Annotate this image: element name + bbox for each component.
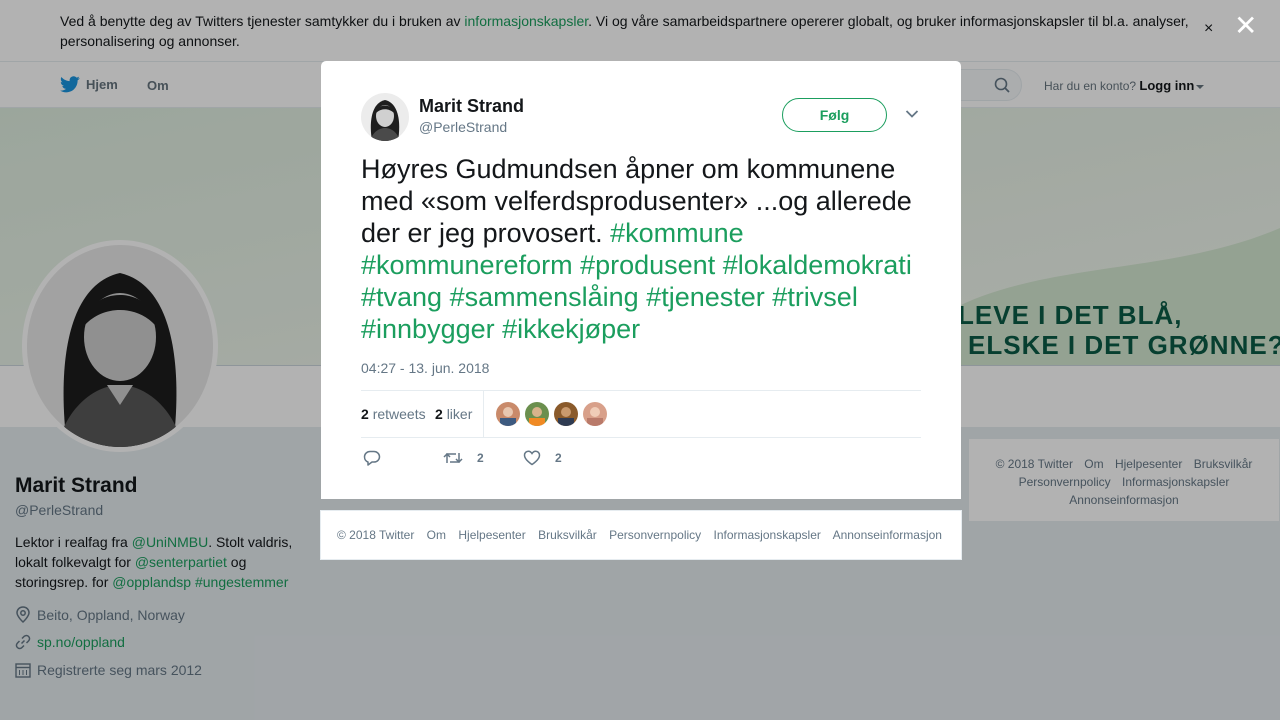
reply-button[interactable] (363, 450, 381, 466)
liker-photo (496, 402, 520, 426)
tweet-text: Høyres Gudmundsen åpner om kommunene med… (361, 154, 912, 344)
liker-avatar[interactable] (496, 402, 520, 426)
reply-icon (363, 450, 381, 466)
tweet-modal: Marit Strand @PerleStrand Følg Høyres Gu… (321, 61, 961, 499)
chevron-down-icon[interactable] (905, 109, 919, 119)
liker-photo (583, 402, 607, 426)
liker-photo (554, 402, 578, 426)
footer-about[interactable]: Om (427, 528, 446, 542)
tweet-author-handle[interactable]: @PerleStrand (419, 119, 507, 135)
footer-ads[interactable]: Annonseinformasjon (833, 528, 942, 542)
footer-cookies[interactable]: Informasjonskapsler (714, 528, 821, 542)
hashtag-ikkekjoper[interactable]: #ikkekjøper (502, 314, 640, 344)
liker-photo (525, 402, 549, 426)
liker-avatar[interactable] (525, 402, 549, 426)
close-icon[interactable]: ✕ (1234, 12, 1257, 40)
tweet-author-avatar[interactable] (361, 93, 409, 141)
hashtag-tjenester[interactable]: #tjenester (646, 282, 765, 312)
hashtag-produsent[interactable]: #produsent (580, 250, 715, 280)
follow-button[interactable]: Følg (782, 98, 887, 132)
liker-avatar[interactable] (554, 402, 578, 426)
retweet-icon (443, 452, 463, 464)
tweet-timestamp[interactable]: 04:27 - 13. jun. 2018 (361, 360, 489, 376)
footer-privacy[interactable]: Personvernpolicy (609, 528, 701, 542)
author-photo (361, 93, 409, 141)
heart-icon (523, 450, 541, 466)
hashtag-trivsel[interactable]: #trivsel (772, 282, 858, 312)
hashtag-sammenslaaing[interactable]: #sammenslåing (450, 282, 639, 312)
tweet-author-name[interactable]: Marit Strand (419, 96, 524, 117)
liker-avatar[interactable] (583, 402, 607, 426)
hashtag-tvang[interactable]: #tvang (361, 282, 442, 312)
footer-help[interactable]: Hjelpesenter (458, 528, 525, 542)
likes-stat[interactable]: 2 liker (435, 406, 472, 422)
hashtag-innbygger[interactable]: #innbygger (361, 314, 495, 344)
stats-divider (483, 391, 484, 437)
tweet-stats: 2 retweets 2 liker (361, 390, 921, 438)
like-button[interactable]: 2 (523, 450, 562, 466)
retweets-stat[interactable]: 2 retweets (361, 406, 426, 422)
hashtag-kommune[interactable]: #kommune (610, 218, 744, 248)
hashtag-kommunereform[interactable]: #kommunereform (361, 250, 573, 280)
footer-copyright: © 2018 Twitter (337, 528, 415, 542)
retweet-button[interactable]: 2 (443, 450, 484, 466)
hashtag-lokaldemokrati[interactable]: #lokaldemokrati (723, 250, 912, 280)
modal-footer: © 2018 Twitter Om Hjelpesenter Bruksvilk… (320, 510, 962, 560)
tweet-actions: 2 2 (361, 448, 921, 472)
footer-terms[interactable]: Bruksvilkår (538, 528, 597, 542)
